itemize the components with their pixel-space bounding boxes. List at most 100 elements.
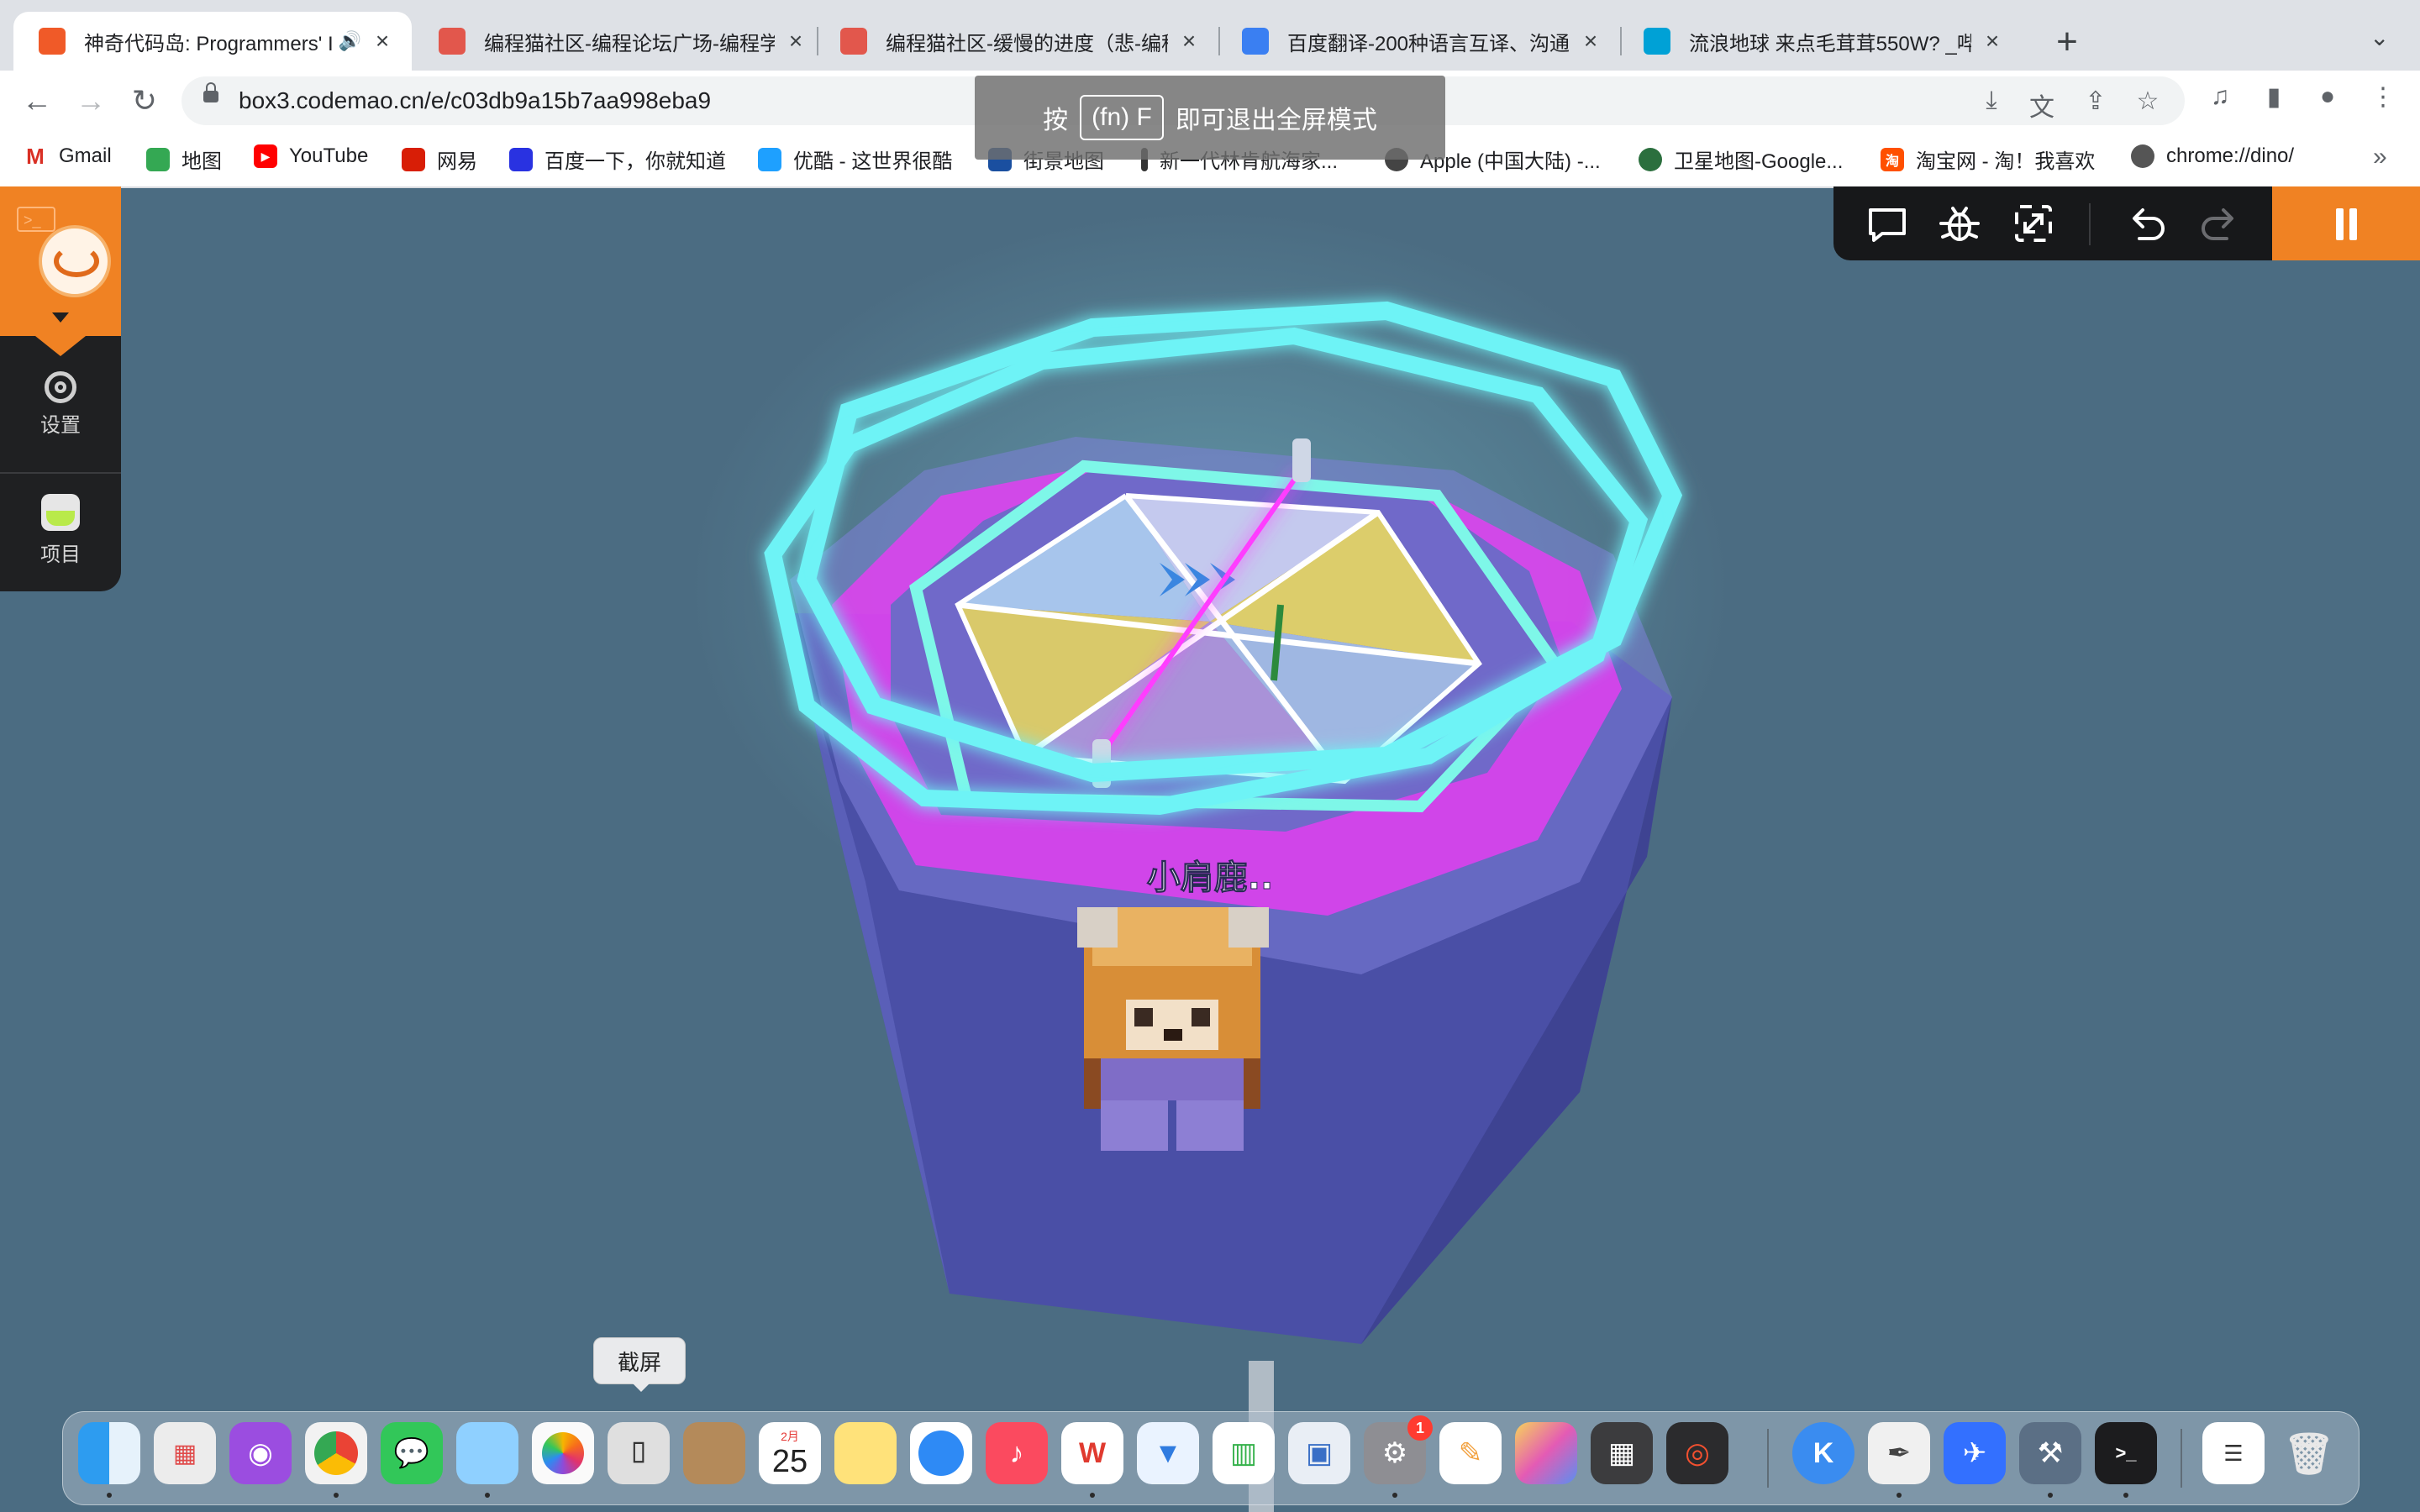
- chrome-icon[interactable]: [305, 1422, 367, 1484]
- url-text[interactable]: box3.codemao.cn/e/c03db9a15b7aa998eba9: [239, 87, 711, 114]
- podcasts-icon[interactable]: ◉: [229, 1422, 292, 1484]
- xcode-icon[interactable]: ⚒: [2019, 1422, 2081, 1484]
- game-viewport[interactable]: 小肩鹿..: [0, 186, 2420, 1512]
- terminal-icon[interactable]: >_: [2095, 1422, 2157, 1484]
- youtube-icon: ▶: [254, 144, 277, 168]
- calculator-icon[interactable]: ▦: [1591, 1422, 1653, 1484]
- sidebar-divider: [0, 472, 121, 474]
- notes-icon[interactable]: [834, 1422, 897, 1484]
- bookmark-youtube[interactable]: ▶ YouTube: [254, 144, 368, 168]
- install-app-icon[interactable]: ⤓: [1976, 87, 2007, 115]
- bookmark-star-icon[interactable]: ☆: [2133, 87, 2163, 116]
- pause-button[interactable]: [2272, 186, 2420, 260]
- chrome-menu-icon[interactable]: ⋮: [2365, 82, 2402, 112]
- close-tab-icon[interactable]: ×: [1980, 28, 2005, 55]
- undo-button[interactable]: [2124, 200, 2171, 247]
- running-indicator: [107, 1493, 112, 1498]
- globe-icon: [1639, 147, 1662, 171]
- maps-icon[interactable]: [456, 1422, 518, 1484]
- terminal-icon[interactable]: >_: [17, 207, 55, 232]
- tab-community-forum[interactable]: 编程猫社区-编程论坛广场-编程学 ×: [413, 12, 825, 71]
- bookmarks-overflow-button[interactable]: »: [2373, 143, 2387, 171]
- bookmark-dino[interactable]: chrome://dino/: [2131, 144, 2294, 168]
- new-tab-button[interactable]: +: [2044, 18, 2091, 66]
- banner-suffix: 即可退出全屏模式: [1175, 107, 1377, 134]
- debug-button[interactable]: [1936, 200, 1983, 247]
- bookmark-youku[interactable]: 优酷 - 这世界很酷: [758, 144, 952, 174]
- chevron-down-icon[interactable]: [52, 312, 69, 323]
- bookmark-label: YouTube: [289, 144, 369, 167]
- media-control-icon[interactable]: ♫: [2202, 82, 2238, 111]
- pixelmator-icon[interactable]: [1515, 1422, 1577, 1484]
- tab-title: 百度翻译-200种语言互译、沟通全: [1287, 32, 1570, 55]
- editor-toolbar: [1833, 186, 2420, 260]
- documents-stack-icon[interactable]: ☰: [2202, 1422, 2265, 1484]
- globe-icon: [2131, 144, 2154, 168]
- translate-icon[interactable]: 文: [2027, 87, 2057, 123]
- pages-icon[interactable]: ✎: [1439, 1422, 1502, 1484]
- bilibili-favicon-icon: [1644, 28, 1670, 55]
- bookmark-taobao[interactable]: 淘淘宝网 - 淘！我喜欢: [1881, 144, 2095, 174]
- launchpad-icon[interactable]: ▦: [154, 1422, 216, 1484]
- close-tab-icon[interactable]: ×: [783, 28, 808, 55]
- bookmark-satellite-map[interactable]: 卫星地图-Google...: [1639, 144, 1843, 174]
- codemao-cat-favicon-icon: [439, 28, 466, 55]
- calendar-icon[interactable]: 2月 25: [759, 1422, 821, 1484]
- bookmark-label: 卫星地图-Google...: [1674, 150, 1844, 173]
- close-tab-icon[interactable]: ×: [1176, 28, 1202, 55]
- bookmark-maps[interactable]: 地图: [146, 144, 222, 174]
- close-tab-icon[interactable]: ×: [1578, 28, 1603, 55]
- trash-icon[interactable]: 🗑: [2278, 1422, 2340, 1484]
- screenshot-icon[interactable]: ⌷: [608, 1422, 670, 1484]
- expand-icon: [2015, 205, 2052, 242]
- banner-key: (fn) F: [1080, 95, 1164, 140]
- reload-button[interactable]: ↻: [123, 79, 166, 123]
- tab-codemao-island[interactable]: 神奇代码岛: Programmers' I 🔊 ×: [13, 12, 412, 71]
- chat-icon: [1869, 208, 1906, 242]
- messages-icon[interactable]: 💬: [381, 1422, 443, 1484]
- redo-button[interactable]: [2195, 200, 2242, 247]
- running-indicator: [485, 1493, 490, 1498]
- lock-icon[interactable]: [203, 82, 218, 102]
- chat-button[interactable]: [1864, 200, 1911, 247]
- fullscreen-button[interactable]: [2010, 200, 2057, 247]
- tab-baidu-translate[interactable]: 百度翻译-200种语言互译、沟通全 ×: [1217, 12, 1620, 71]
- tab-community-progress[interactable]: 编程猫社区-缓慢的进度（悲-编程 ×: [815, 12, 1218, 71]
- kodi-icon[interactable]: K: [1792, 1422, 1854, 1484]
- tab-bilibili[interactable]: 流浪地球 来点毛茸茸550W? _哔 ×: [1618, 12, 2022, 71]
- wps-office-icon[interactable]: W: [1061, 1422, 1123, 1484]
- script-editor-icon[interactable]: ✒: [1868, 1422, 1930, 1484]
- bookmark-gmail[interactable]: M Gmail: [24, 144, 112, 169]
- profile-avatar-icon[interactable]: ●: [2309, 82, 2346, 111]
- dock-separator: [2181, 1429, 2182, 1488]
- sidebar-item-project[interactable]: 项目: [0, 494, 121, 567]
- feishu-icon[interactable]: ✈: [1944, 1422, 2006, 1484]
- forward-button[interactable]: →: [69, 79, 113, 123]
- safari-icon[interactable]: [910, 1422, 972, 1484]
- tab-strip: 神奇代码岛: Programmers' I 🔊 × 编程猫社区-编程论坛广场-编…: [0, 0, 2420, 71]
- photos-icon[interactable]: [532, 1422, 594, 1484]
- contacts-icon[interactable]: [683, 1422, 745, 1484]
- tab-title: 神奇代码岛: Programmers' I: [84, 32, 332, 55]
- side-panel-icon[interactable]: ▮: [2255, 82, 2292, 112]
- back-button[interactable]: ←: [15, 79, 59, 123]
- sidebar-item-settings[interactable]: 设置: [0, 371, 121, 438]
- system-preferences-icon[interactable]: ⚙ 1: [1364, 1415, 1433, 1484]
- share-icon[interactable]: ⇪: [2081, 87, 2111, 116]
- instruments-icon[interactable]: ◎: [1666, 1422, 1728, 1484]
- keynote-icon[interactable]: ▼: [1137, 1422, 1199, 1484]
- close-tab-icon[interactable]: ×: [370, 28, 395, 55]
- finder-icon[interactable]: [78, 1422, 140, 1484]
- redo-icon: [2202, 208, 2233, 240]
- music-icon[interactable]: ♪: [986, 1422, 1048, 1484]
- speaker-icon[interactable]: 🔊: [339, 30, 361, 52]
- numbers-icon[interactable]: ▥: [1213, 1422, 1275, 1484]
- bookmark-baidu[interactable]: 百度一下，你就知道: [509, 144, 726, 174]
- bookmark-label: 地图: [182, 150, 222, 173]
- preview-icon[interactable]: ▣: [1288, 1422, 1350, 1484]
- running-indicator: [1897, 1493, 1902, 1498]
- bookmark-netease[interactable]: 网易: [402, 144, 477, 174]
- running-indicator: [2123, 1493, 2128, 1498]
- dock-separator: [1767, 1429, 1769, 1488]
- tab-search-chevron-icon[interactable]: ⌄: [2370, 24, 2389, 51]
